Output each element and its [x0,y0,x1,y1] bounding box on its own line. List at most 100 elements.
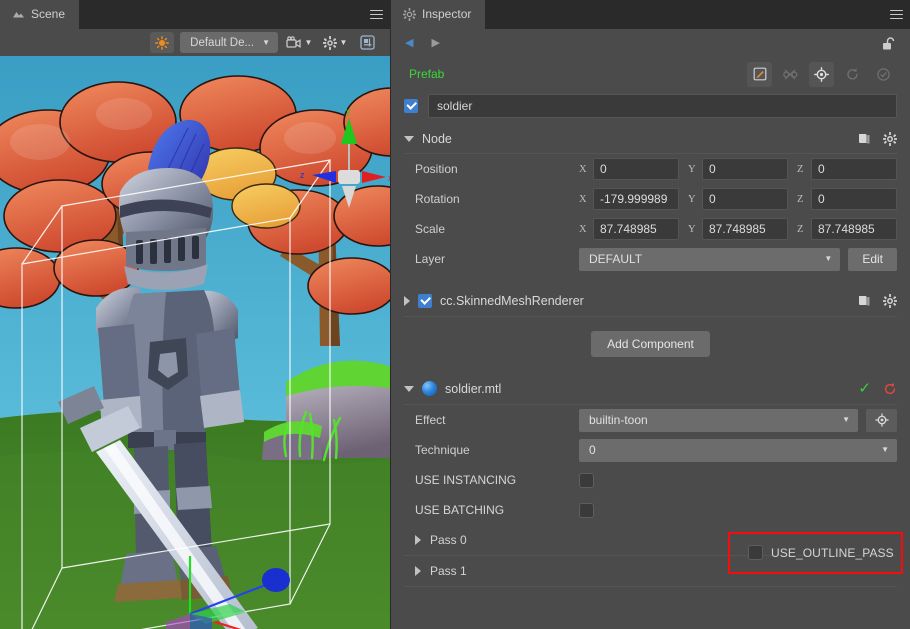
scale-label: Scale [415,222,446,236]
refresh-icon[interactable] [883,382,897,396]
revert-prefab-button[interactable] [840,62,865,87]
edit-prefab-button[interactable] [747,61,772,87]
use-batching-label: USE BATCHING [415,503,505,517]
layer-select[interactable]: DEFAULT ▼ [579,247,841,271]
effect-row: Effect builtin-toon ▼ [404,405,897,435]
pass-1-row[interactable]: Pass 1 [404,556,897,587]
scene-camera-button[interactable]: ▼ [284,32,314,53]
rotation-row: Rotation X -179.999989 Y 0 Z 0 [404,184,897,214]
prefab-actions [747,61,896,87]
rotation-y-input[interactable]: 0 [702,188,788,210]
use-batching-checkbox[interactable] [579,502,594,518]
chevron-down-icon: ▼ [842,415,850,424]
prefab-bar: Prefab [391,57,910,91]
node-name-input[interactable]: soldier [428,94,897,118]
axis-z-label: Z [797,223,804,235]
pass-1-label: Pass 1 [430,564,467,578]
scene-panel: Scene Default De... ▼ ▼ ▼ y z [0,0,391,629]
locate-prefab-button[interactable] [809,61,834,87]
gear-icon [322,35,337,50]
technique-row: Technique 0 ▼ [404,435,897,465]
use-instancing-checkbox[interactable] [579,472,594,488]
arrow-right-icon[interactable]: ▶ [431,37,439,49]
book-icon[interactable] [857,132,871,145]
use-instancing-row: USE INSTANCING [404,465,897,495]
rotation-z-input[interactable]: 0 [811,188,897,210]
hamburger-icon [369,7,383,22]
chevron-down-icon[interactable] [404,385,414,392]
position-x-input[interactable]: 0 [593,158,679,180]
scale-vector: X 87.748985 Y 87.748985 Z 87.748985 [579,218,897,240]
svg-text:x: x [388,173,390,183]
tab-inspector[interactable]: Inspector [391,0,486,29]
use-batching-row: USE BATCHING [404,495,897,525]
component-enabled-checkbox[interactable] [418,293,432,308]
editor-window: Scene Default De... ▼ ▼ ▼ y z Inspector … [0,0,910,629]
check-icon[interactable]: ✓ [858,381,871,396]
unlock-icon[interactable] [881,36,896,51]
technique-value: 0 [589,443,596,457]
add-component-wrap: Add Component [404,317,897,373]
position-vector: X 0 Y 0 Z 0 [579,158,897,180]
sun-gizmo-icon [155,35,170,50]
tab-inspector-label: Inspector [422,7,472,21]
layout-grid-icon [359,35,375,50]
use-outline-pass-label: USE_OUTLINE_PASS [771,545,894,560]
layer-edit-button[interactable]: Edit [848,247,897,271]
scene-menu-button[interactable] [362,0,390,29]
inspector-nav: ◀ ▶ [391,29,910,57]
chevron-right-icon[interactable] [415,566,421,576]
axis-z-label: Z [797,193,804,205]
position-z-input[interactable]: 0 [811,158,897,180]
node-name-row: soldier [404,94,897,118]
scene-device-label: Default De... [190,36,255,49]
inspector-menu-button[interactable] [882,0,910,29]
chevron-down-icon: ▼ [824,254,833,263]
use-outline-pass-control: USE_OUTLINE_PASS [748,545,894,560]
technique-select[interactable]: 0 ▼ [579,438,897,462]
scale-row: Scale X 87.748985 Y 87.748985 Z 87.74898… [404,214,897,244]
use-instancing-label: USE INSTANCING [415,473,517,487]
gear-icon[interactable] [883,131,897,146]
unlink-prefab-button[interactable] [778,62,803,87]
chevron-right-icon[interactable] [415,535,421,545]
position-label: Position [415,162,458,176]
apply-prefab-button[interactable] [871,62,896,87]
scale-z-input[interactable]: 87.748985 [811,218,897,240]
chevron-down-icon[interactable] [404,135,414,142]
rotation-label: Rotation [415,192,460,206]
chevron-right-icon[interactable] [404,295,410,306]
node-section-header[interactable]: Node [404,124,897,154]
add-component-button[interactable]: Add Component [591,331,710,357]
effect-value: builtin-toon [589,413,648,427]
scene-lighting-button[interactable] [150,32,175,53]
rotation-x-input[interactable]: -179.999989 [593,188,679,210]
scene-gear-button[interactable]: ▼ [320,32,350,53]
scale-y-input[interactable]: 87.748985 [702,218,788,240]
material-header[interactable]: soldier.mtl ✓ [404,373,897,405]
effect-select[interactable]: builtin-toon ▼ [579,408,858,432]
scene-device-select[interactable]: Default De... ▼ [180,32,278,53]
use-outline-pass-checkbox[interactable] [748,545,763,560]
position-y-input[interactable]: 0 [702,158,788,180]
scale-x-input[interactable]: 87.748985 [593,218,679,240]
book-icon[interactable] [857,294,871,307]
gear-icon[interactable] [883,293,897,308]
inspector-panel: Inspector ◀ ▶ Prefab soldier Node Positi… [391,0,910,629]
scene-layout-button[interactable] [356,32,378,53]
scene-viewport[interactable]: y x z [0,56,390,629]
node-section-actions [857,131,897,146]
tab-scene[interactable]: Scene [0,0,80,29]
effect-locate-button[interactable] [866,408,897,432]
layer-value: DEFAULT [589,252,643,266]
scene-icon [12,8,25,21]
node-enabled-checkbox[interactable] [404,99,418,113]
gear-icon [403,8,416,21]
axis-y-label: Y [688,193,696,205]
component-header[interactable]: cc.SkinnedMeshRenderer [404,285,897,317]
axis-y-label: Y [688,163,696,175]
arrow-left-icon[interactable]: ◀ [405,37,413,49]
crosshair-icon [874,413,889,427]
layer-label: Layer [415,252,446,266]
axis-x-label: X [579,163,587,175]
